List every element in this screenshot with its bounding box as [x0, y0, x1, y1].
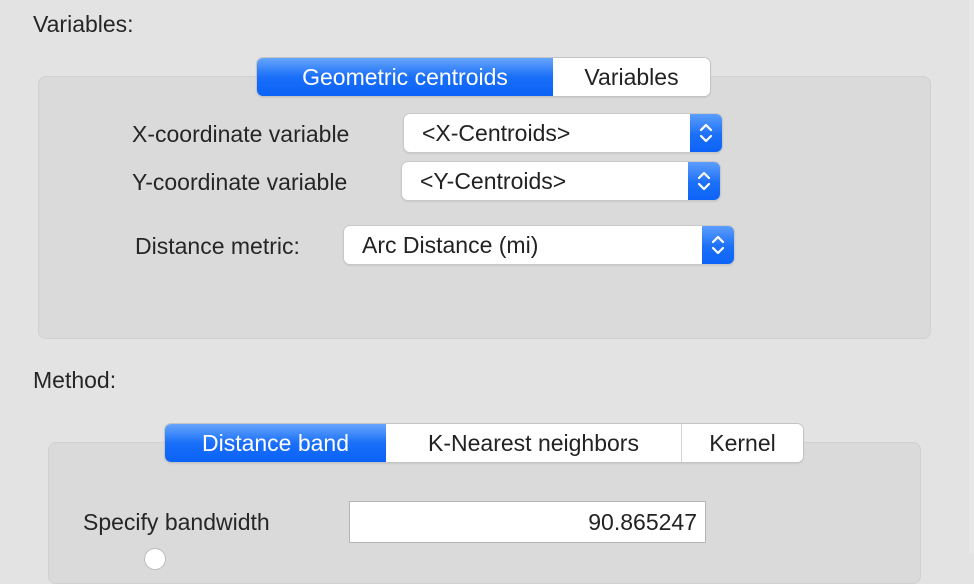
tab-variables[interactable]: Variables: [553, 58, 710, 96]
chevron-up-down-icon: [690, 114, 722, 152]
method-section-label: Method:: [33, 367, 117, 393]
tab-geometric-centroids[interactable]: Geometric centroids: [257, 58, 553, 96]
distance-metric-value: Arc Distance (mi): [362, 231, 539, 258]
y-coordinate-label: Y-coordinate variable: [132, 169, 348, 195]
bandwidth-input[interactable]: 90.865247: [349, 501, 706, 543]
x-coordinate-value: <X-Centroids>: [422, 119, 571, 146]
distance-metric-select[interactable]: Arc Distance (mi): [344, 226, 734, 264]
x-coordinate-label: X-coordinate variable: [132, 121, 350, 147]
bandwidth-label: Specify bandwidth: [83, 509, 270, 535]
tab-distance-band[interactable]: Distance band: [165, 424, 386, 462]
y-coordinate-value: <Y-Centroids>: [420, 167, 567, 194]
tab-k-nearest-neighbors[interactable]: K-Nearest neighbors: [386, 424, 681, 462]
variables-section-label: Variables:: [33, 11, 134, 37]
window-edge: [969, 0, 974, 554]
distance-metric-label: Distance metric:: [135, 233, 300, 259]
variables-source-tabs: Geometric centroids Variables: [257, 58, 710, 96]
chevron-up-down-icon: [688, 162, 720, 200]
radio-button[interactable]: [145, 549, 165, 569]
method-tabs: Distance band K-Nearest neighbors Kernel: [165, 424, 803, 462]
chevron-up-down-icon: [702, 226, 734, 264]
x-coordinate-select[interactable]: <X-Centroids>: [404, 114, 722, 152]
tab-kernel[interactable]: Kernel: [681, 424, 803, 462]
y-coordinate-select[interactable]: <Y-Centroids>: [402, 162, 720, 200]
